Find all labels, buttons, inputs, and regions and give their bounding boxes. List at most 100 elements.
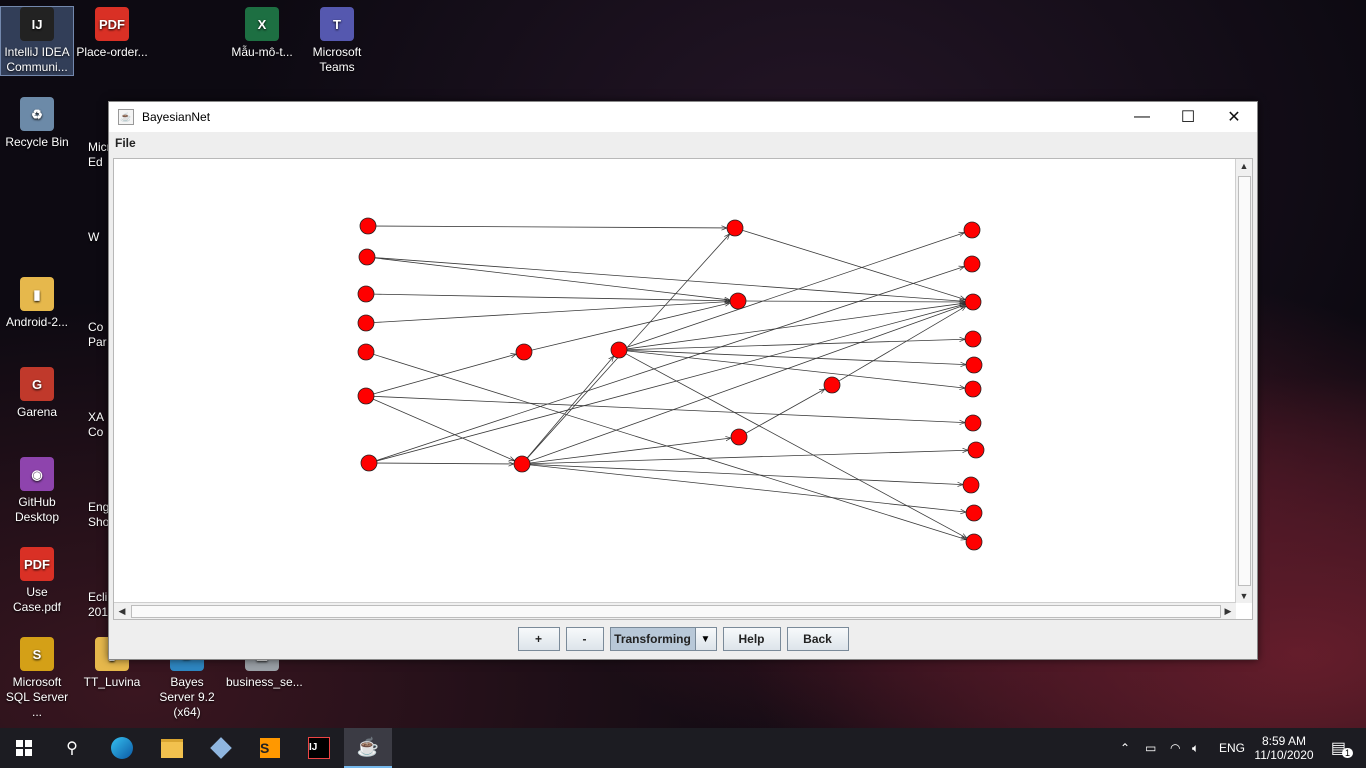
graph-node-d3[interactable] <box>730 428 748 446</box>
graph-edge-a3-d2 <box>373 293 730 301</box>
graph-node-a2[interactable] <box>358 248 376 266</box>
volume-icon[interactable]: 🔈︎ <box>1192 728 1199 768</box>
graph-node-d1[interactable] <box>726 219 744 237</box>
desktop-icon-partial[interactable]: XA Co <box>88 410 108 440</box>
graph-canvas[interactable]: ▲ ▼ ◀ ▶ <box>113 158 1253 620</box>
graph-node-a1[interactable] <box>359 217 377 235</box>
scroll-left-icon[interactable]: ◀ <box>115 604 129 618</box>
desktop-icon-partial[interactable]: Co Par <box>88 320 108 350</box>
graph-node-b1[interactable] <box>515 343 533 361</box>
desktop-icon-android[interactable]: ▮ Android-2... <box>1 277 73 330</box>
desktop-icon-label: Place-order... <box>76 45 148 59</box>
java-app-taskbar-icon[interactable]: ☕ <box>344 728 392 768</box>
android-icon: ▮ <box>20 277 54 311</box>
scroll-up-icon[interactable]: ▲ <box>1237 159 1251 173</box>
graph-edge-a2-d2 <box>374 257 730 300</box>
bayesian-network-graph[interactable] <box>114 159 1236 603</box>
wifi-icon[interactable]: ◠ <box>1170 728 1180 768</box>
graph-edge-a6-b1 <box>373 354 517 395</box>
graph-edge-b2-f9 <box>529 463 963 484</box>
graph-node-c1[interactable] <box>610 341 628 359</box>
clock-time: 8:59 AM <box>1261 734 1307 748</box>
desktop-icon-place-order[interactable]: PDF Place-order... <box>76 7 148 60</box>
garena-icon: G <box>20 367 54 401</box>
graph-node-f4[interactable] <box>964 330 982 348</box>
help-button[interactable]: Help <box>722 627 781 651</box>
scroll-down-icon[interactable]: ▼ <box>1237 589 1251 603</box>
vertical-scrollbar[interactable]: ▲ ▼ <box>1235 159 1252 603</box>
desktop-icon-mau-mo[interactable]: X Mẫu-mô-t... <box>226 7 298 60</box>
desktop-icon-label: business_se... <box>226 675 303 689</box>
horizontal-scrollbar[interactable]: ◀ ▶ <box>114 602 1236 619</box>
desktop-icon-github[interactable]: ◉ GitHub Desktop <box>1 457 73 525</box>
close-button[interactable]: ✕ <box>1211 102 1257 132</box>
graph-edge-c1-f5 <box>626 349 966 364</box>
graph-node-d2[interactable] <box>729 292 747 310</box>
desktop-icon-label: TT_Luvina <box>83 675 141 689</box>
graph-node-f5[interactable] <box>965 356 983 374</box>
clock[interactable]: 8:59 AM 11/10/2020 <box>1253 728 1315 768</box>
graph-node-a3[interactable] <box>357 285 375 303</box>
graph-node-b2[interactable] <box>513 455 531 473</box>
desktop-icon-partial[interactable]: W <box>88 230 108 245</box>
zoom-in-button[interactable]: + <box>517 627 560 651</box>
desktop-icon-label: GitHub Desktop <box>14 495 60 524</box>
title-bar[interactable]: ☕ BayesianNet — ☐ ✕ <box>109 102 1257 132</box>
window-title: BayesianNet <box>142 110 211 124</box>
file-explorer-icon[interactable] <box>148 728 196 768</box>
maximize-button[interactable]: ☐ <box>1165 102 1211 132</box>
mode-select[interactable]: Transforming ▼ <box>609 627 717 651</box>
tray-chevron-up-icon[interactable]: ⌃ <box>1120 728 1130 768</box>
bayesiannet-window: ☕ BayesianNet — ☐ ✕ File ▲ ▼ ◀ ▶ + - Tra… <box>108 101 1258 660</box>
graph-node-e1[interactable] <box>823 376 841 394</box>
back-button[interactable]: Back <box>786 627 849 651</box>
desktop-icon-partial[interactable]: Micr Ed <box>88 140 108 170</box>
start-button[interactable] <box>0 728 48 768</box>
graph-node-f11[interactable] <box>965 533 983 551</box>
desktop-icon-teams[interactable]: T Microsoft Teams <box>301 7 373 75</box>
teams-icon: T <box>320 7 354 41</box>
desktop-icon-usecase[interactable]: PDF Use Case.pdf <box>1 547 73 615</box>
language-indicator[interactable]: ENG <box>1219 728 1245 768</box>
graph-node-f7[interactable] <box>964 414 982 432</box>
desktop-icon-partial[interactable]: Eclip 201 <box>88 590 108 620</box>
graph-node-a5[interactable] <box>357 343 375 361</box>
desktop-icon-garena[interactable]: G Garena <box>1 367 73 420</box>
chevron-down-icon[interactable]: ▼ <box>694 628 716 650</box>
graph-edge-a7-f3 <box>376 304 966 462</box>
minimize-button[interactable]: — <box>1119 102 1165 132</box>
menu-file[interactable]: File <box>115 136 136 150</box>
sublime-icon[interactable]: S <box>246 728 294 768</box>
desktop-icon-label: Recycle Bin <box>5 135 69 149</box>
desktop-icon-sqlserver[interactable]: S Microsoft SQL Server ... <box>1 637 73 720</box>
notification-center-icon[interactable]: ▤ 1 <box>1322 728 1362 768</box>
graph-edge-d3-e1 <box>745 389 825 434</box>
search-icon[interactable]: ⚲ <box>48 728 96 768</box>
graph-edge-b2-f10 <box>529 464 966 512</box>
graph-node-f9[interactable] <box>962 476 980 494</box>
graph-node-f10[interactable] <box>965 504 983 522</box>
vertical-scroll-thumb[interactable] <box>1238 176 1251 586</box>
desktop-icon-intellij[interactable]: IJ IntelliJ IDEA Communi... <box>0 6 74 76</box>
graph-node-f1[interactable] <box>963 221 981 239</box>
edge-taskbar-icon[interactable] <box>98 728 146 768</box>
graph-node-a6[interactable] <box>357 387 375 405</box>
3d-box-icon[interactable] <box>197 728 245 768</box>
graph-node-f3[interactable] <box>964 293 982 311</box>
battery-icon[interactable]: ▭ <box>1145 728 1156 768</box>
desktop-icon-recycle[interactable]: ♻ Recycle Bin <box>1 97 73 150</box>
mode-select-value: Transforming <box>610 628 695 650</box>
desktop-icon-partial[interactable]: Eng Sho <box>88 500 108 530</box>
scroll-right-icon[interactable]: ▶ <box>1221 604 1235 618</box>
graph-node-a4[interactable] <box>357 314 375 332</box>
intellij-icon: IJ <box>20 7 54 41</box>
graph-node-f8[interactable] <box>967 441 985 459</box>
graph-node-a7[interactable] <box>360 454 378 472</box>
horizontal-scroll-thumb[interactable] <box>131 605 1221 618</box>
graph-edge-b2-f8 <box>529 450 968 465</box>
graph-node-f2[interactable] <box>963 255 981 273</box>
intellij-taskbar-icon[interactable]: IJ <box>295 728 343 768</box>
zoom-out-button[interactable]: - <box>565 627 604 651</box>
graph-node-f6[interactable] <box>964 380 982 398</box>
graph-edge-c1-f6 <box>626 350 965 388</box>
